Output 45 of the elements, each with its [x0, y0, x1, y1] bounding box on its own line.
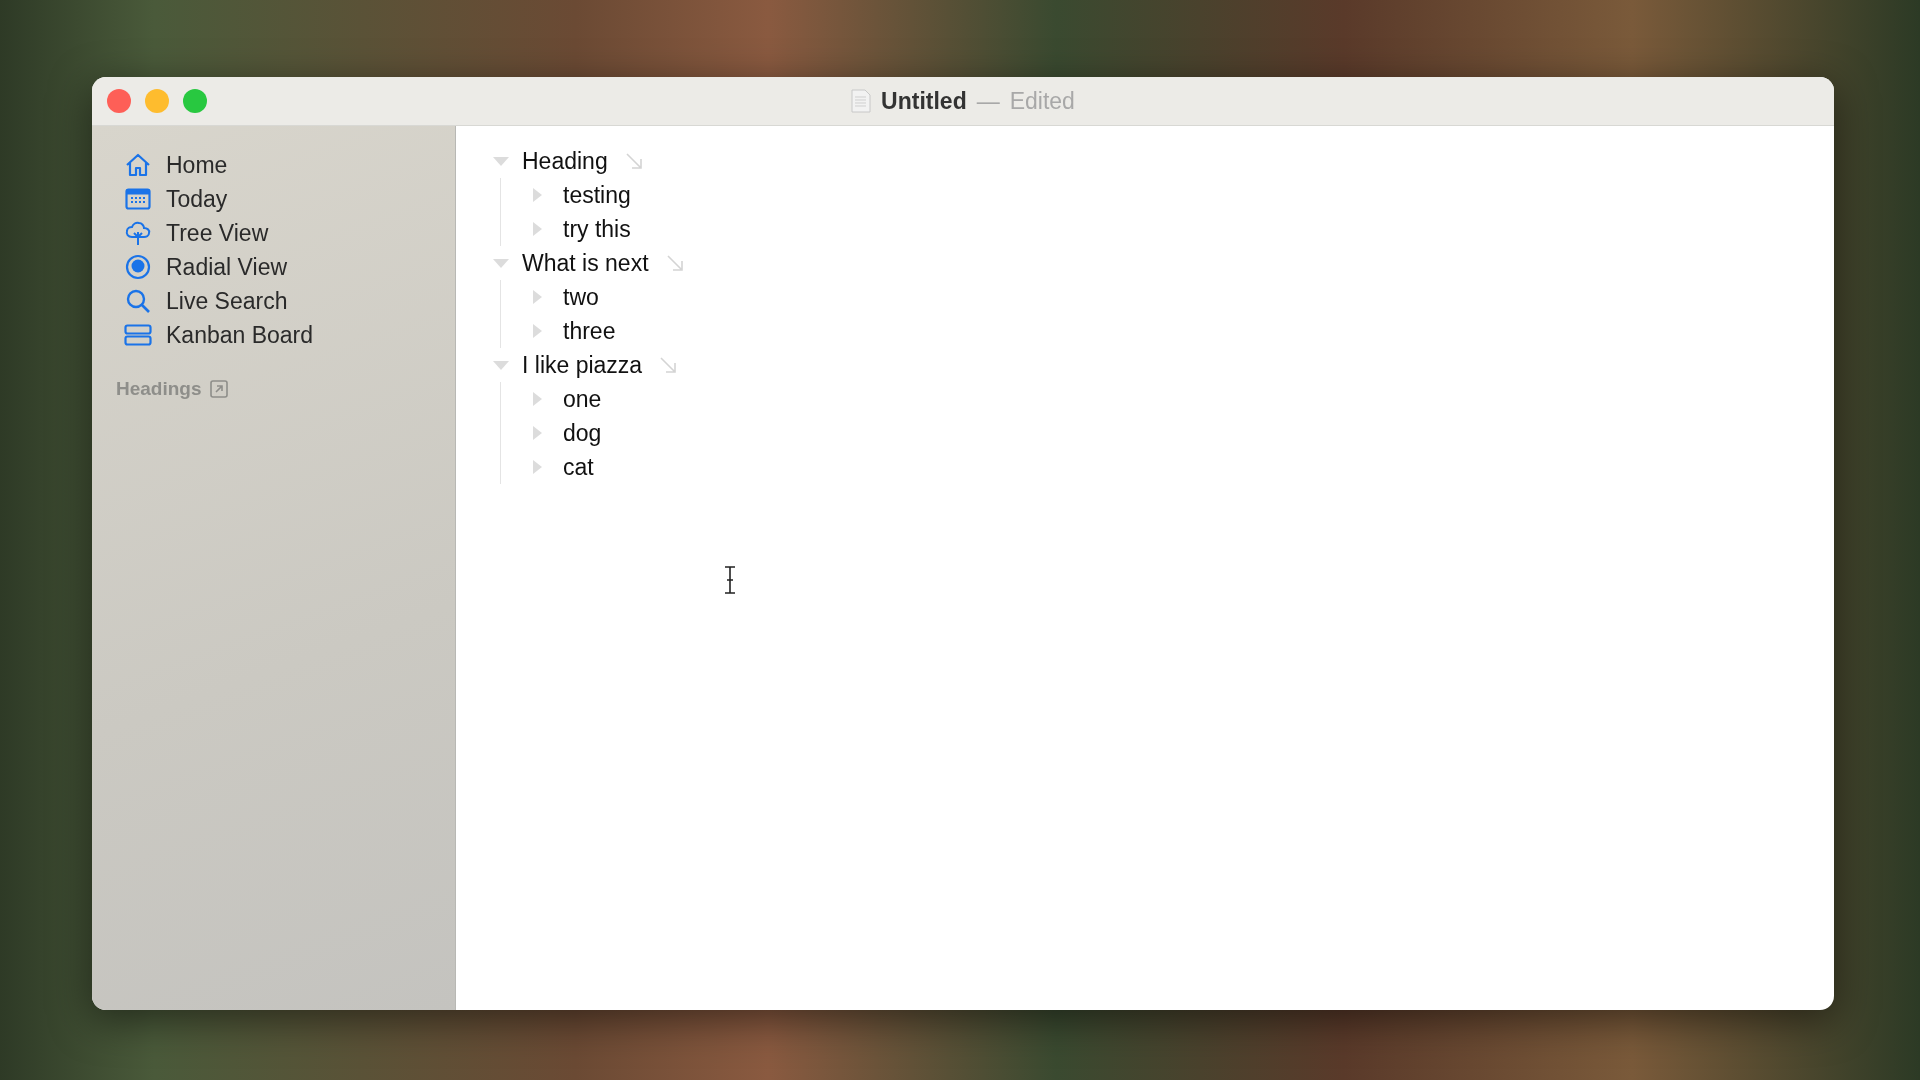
outline-item-text: three — [563, 317, 616, 345]
search-icon — [125, 288, 151, 314]
window-title: Untitled — [881, 87, 967, 115]
document-icon — [851, 89, 872, 113]
zoom-button[interactable] — [183, 89, 207, 113]
heading-text: What is next — [522, 249, 649, 277]
open-external-icon[interactable] — [209, 380, 228, 398]
disclosure-triangle-icon[interactable] — [531, 425, 543, 441]
sidebar-item[interactable]: Radial View — [124, 250, 455, 284]
disclosure-triangle-icon[interactable] — [492, 155, 510, 167]
outline-item-text: dog — [563, 419, 602, 447]
disclosure-triangle-icon[interactable] — [531, 459, 543, 475]
outline-item-text: cat — [563, 453, 594, 481]
calendar-icon — [125, 188, 151, 210]
disclosure-triangle-icon[interactable] — [531, 187, 543, 203]
sidebar-item[interactable]: Live Search — [124, 284, 455, 318]
close-button[interactable] — [107, 89, 131, 113]
outline-item-text: one — [563, 385, 602, 413]
outline-item-text: testing — [563, 181, 631, 209]
arrow-icon[interactable] — [658, 355, 679, 375]
sidebar-item[interactable]: Kanban Board — [124, 318, 455, 352]
heading-text: I like piazza — [522, 351, 643, 379]
title-separator: — — [976, 87, 1000, 115]
disclosure-triangle-icon[interactable] — [492, 257, 510, 269]
radial-icon — [125, 254, 151, 280]
minimize-button[interactable] — [145, 89, 169, 113]
disclosure-triangle-icon[interactable] — [531, 221, 543, 237]
outline-item-text: try this — [563, 215, 631, 243]
sidebar-item[interactable]: Tree View — [124, 216, 455, 250]
outline-item-text: two — [563, 283, 599, 311]
disclosure-triangle-icon[interactable] — [531, 289, 543, 305]
arrow-icon[interactable] — [664, 253, 685, 273]
kanban-icon — [124, 324, 152, 346]
arrow-icon[interactable] — [623, 151, 644, 171]
sidebar-item[interactable]: Home — [124, 148, 455, 182]
document-status: Edited — [1009, 87, 1075, 115]
heading-text: Heading — [522, 147, 608, 175]
tree-icon — [124, 220, 152, 246]
home-icon — [125, 153, 151, 177]
sidebar-item[interactable]: Today — [124, 182, 455, 216]
text-cursor-icon — [723, 566, 737, 594]
disclosure-triangle-icon[interactable] — [492, 359, 510, 371]
disclosure-triangle-icon[interactable] — [531, 323, 543, 339]
disclosure-triangle-icon[interactable] — [531, 391, 543, 407]
section-heading: Headings — [116, 378, 202, 400]
